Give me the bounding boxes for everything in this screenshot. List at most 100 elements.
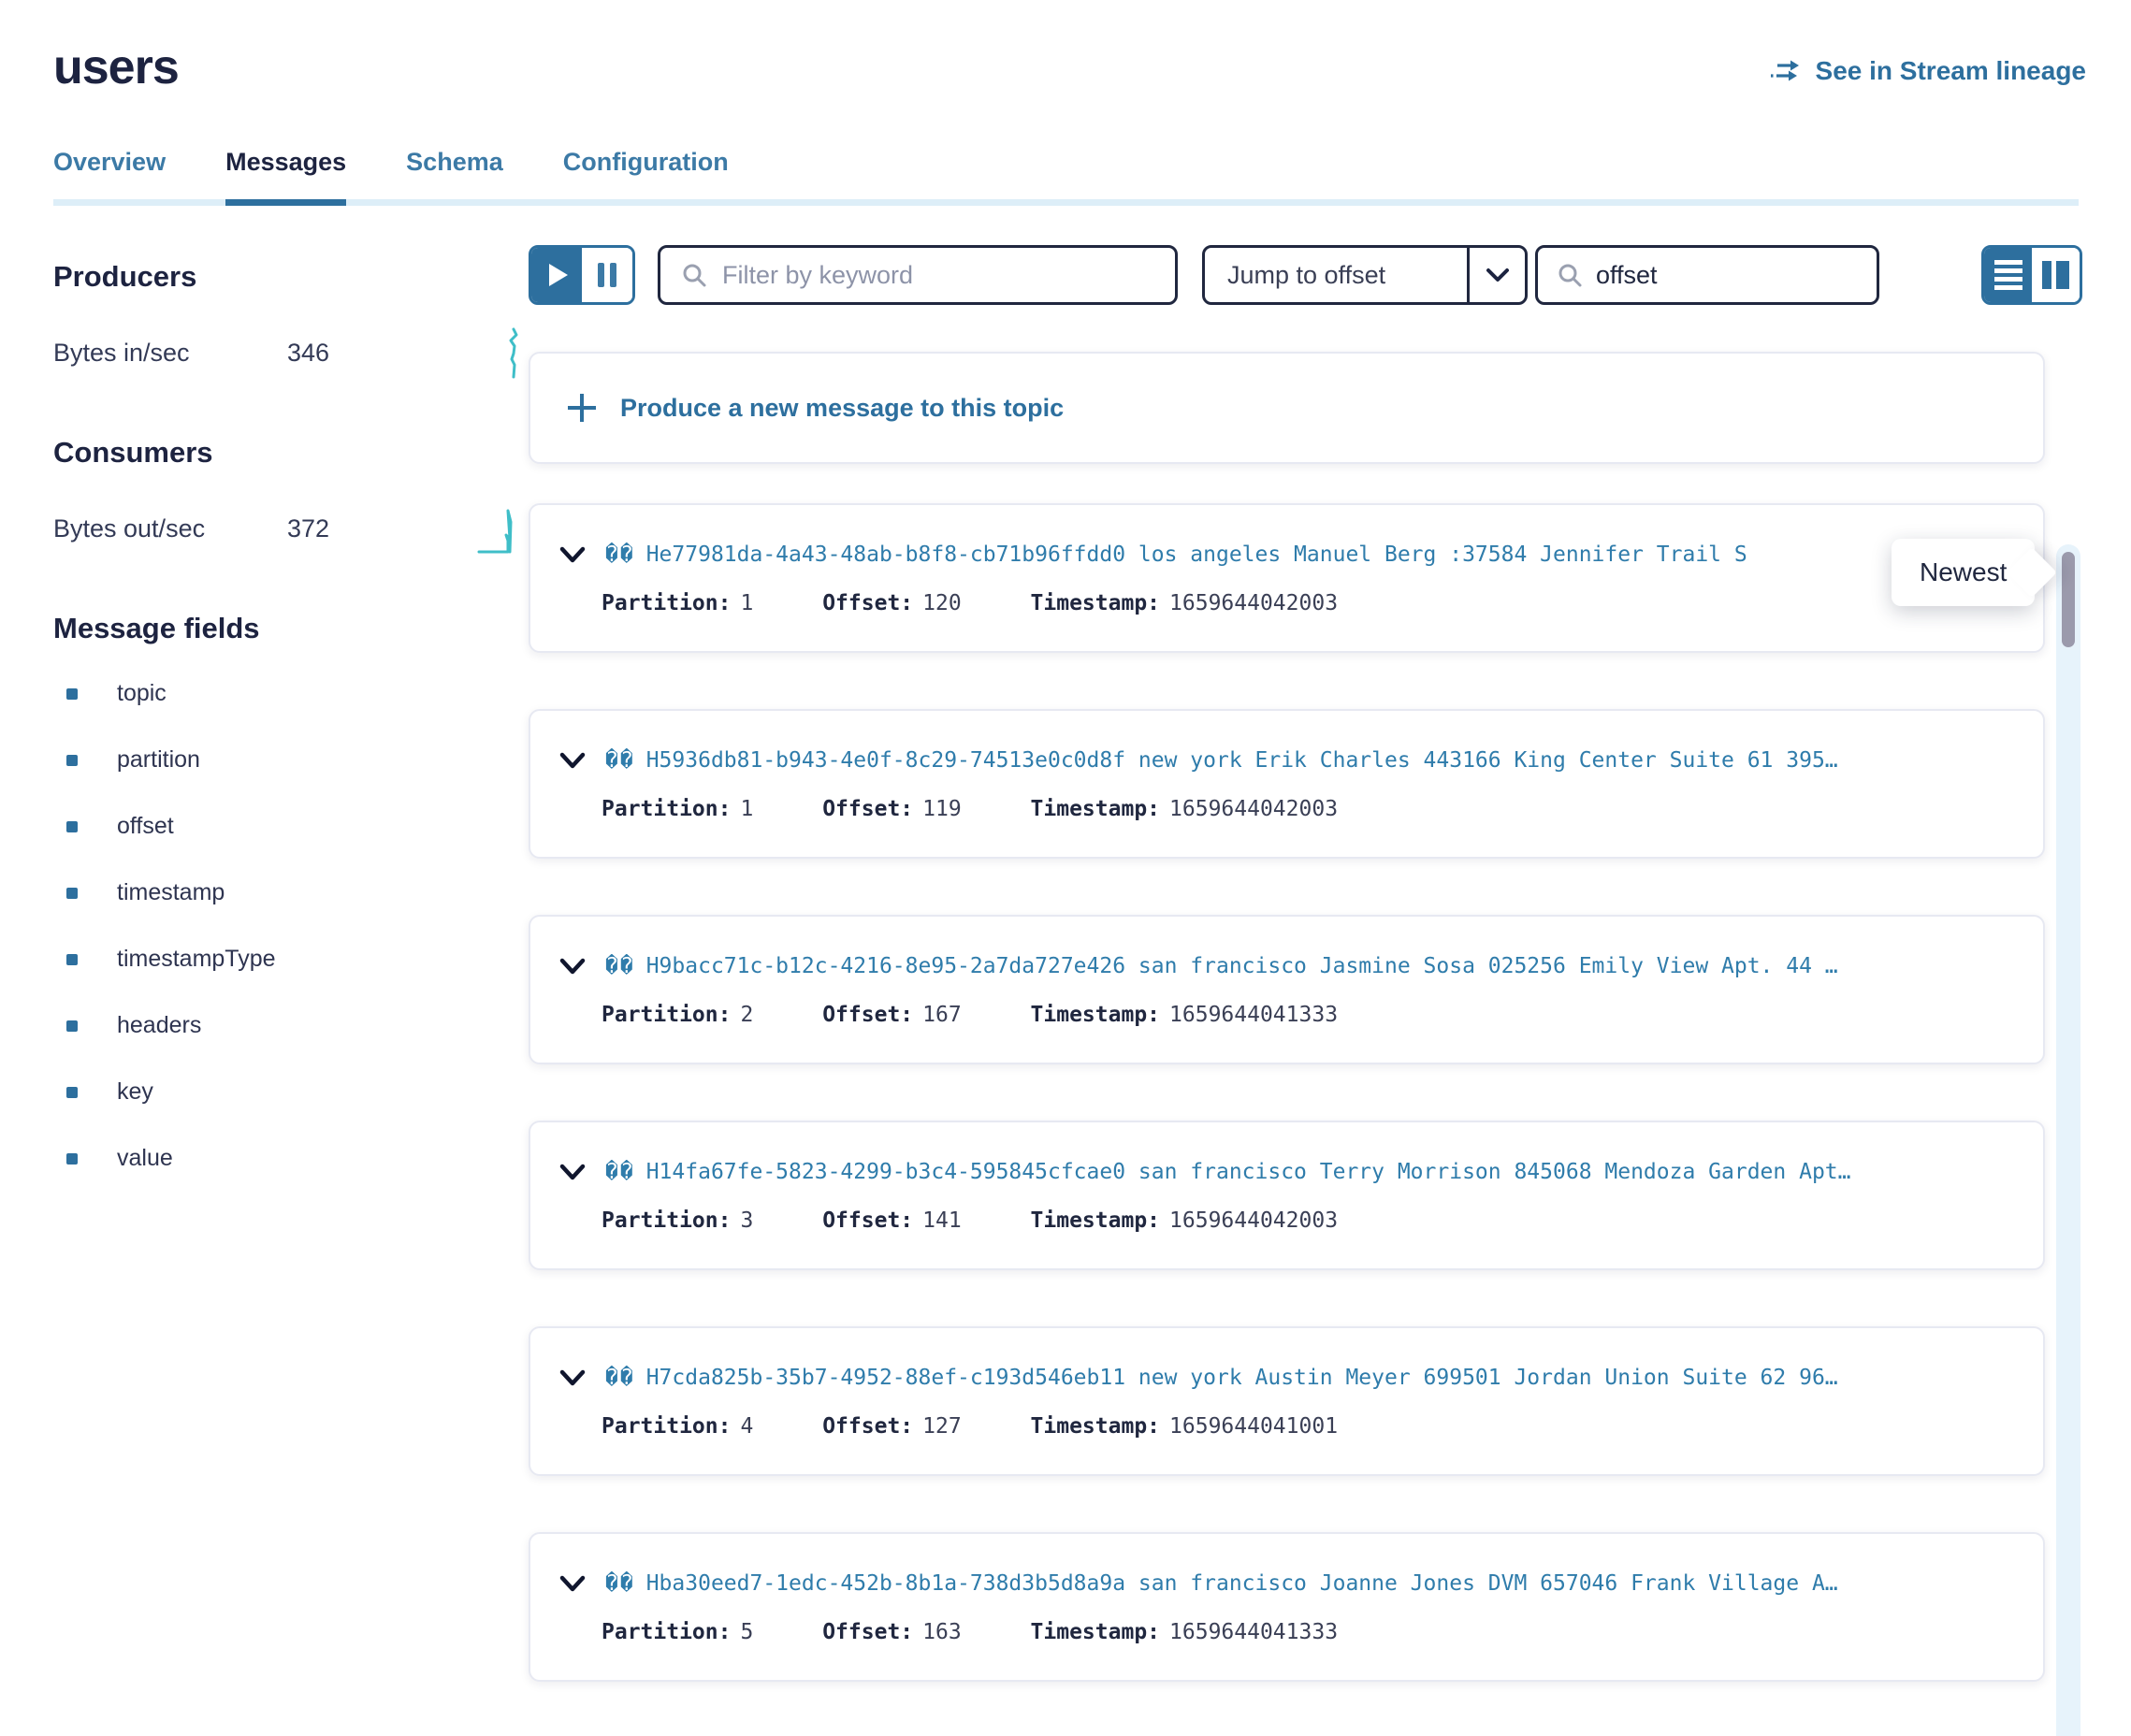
message-key-text: H7cda825b-35b7-4952-88ef-c193d546eb11 ne… bbox=[646, 1366, 1838, 1390]
replacement-char-glyphs: �� bbox=[605, 1571, 635, 1596]
partition-value: 2 bbox=[740, 1003, 753, 1027]
offset-value: 141 bbox=[922, 1208, 962, 1233]
expand-chevron-icon[interactable] bbox=[558, 1368, 587, 1387]
field-label: partition bbox=[117, 746, 200, 774]
offset-label: Offset: bbox=[822, 591, 913, 615]
list-view-icon bbox=[1994, 260, 2022, 290]
bytes-in-metric: Bytes in/sec 346 bbox=[53, 324, 529, 382]
field-item-offset[interactable]: offset bbox=[53, 793, 529, 860]
view-toggle-group bbox=[1981, 245, 2082, 305]
timestamp-label: Timestamp: bbox=[1031, 1620, 1160, 1644]
field-item-key[interactable]: key bbox=[53, 1059, 529, 1125]
message-card[interactable]: ��H5936db81-b943-4e0f-8c29-74513e0c0d8f … bbox=[529, 709, 2045, 859]
field-item-partition[interactable]: partition bbox=[53, 727, 529, 793]
field-item-timestampType[interactable]: timestampType bbox=[53, 926, 529, 992]
tab-schema[interactable]: Schema bbox=[406, 148, 503, 206]
bytes-in-value: 346 bbox=[287, 339, 329, 368]
timestamp-value: 1659644041001 bbox=[1169, 1414, 1338, 1439]
offset-search bbox=[1535, 245, 1879, 305]
timestamp-value: 1659644042003 bbox=[1169, 797, 1338, 821]
timestamp-value: 1659644041333 bbox=[1169, 1620, 1338, 1644]
field-item-headers[interactable]: headers bbox=[53, 992, 529, 1059]
tab-configuration[interactable]: Configuration bbox=[563, 148, 729, 206]
message-key: ��H5936db81-b943-4e0f-8c29-74513e0c0d8f … bbox=[605, 748, 1838, 773]
partition-label: Partition: bbox=[602, 797, 731, 821]
timestamp-label: Timestamp: bbox=[1031, 797, 1160, 821]
bullet-icon bbox=[66, 1087, 78, 1098]
keyword-filter bbox=[658, 245, 1178, 305]
replacement-char-glyphs: �� bbox=[605, 748, 635, 773]
play-icon bbox=[549, 264, 568, 286]
expand-chevron-icon[interactable] bbox=[558, 1574, 587, 1593]
offset-label: Offset: bbox=[822, 797, 913, 821]
message-key-text: He77981da-4a43-48ab-b8f8-cb71b96ffdd0 lo… bbox=[646, 542, 1747, 567]
field-item-timestamp[interactable]: timestamp bbox=[53, 860, 529, 926]
replacement-char-glyphs: �� bbox=[605, 954, 635, 978]
message-key-text: H9bacc71c-b12c-4216-8e95-2a7da727e426 sa… bbox=[646, 954, 1838, 978]
messages-panel: Jump to offset bbox=[529, 206, 2082, 1736]
plus-icon bbox=[568, 394, 596, 422]
page-header: users See in Stream lineage bbox=[0, 0, 2131, 95]
offset-label: Offset: bbox=[822, 1003, 913, 1027]
expand-chevron-icon[interactable] bbox=[558, 545, 587, 564]
producers-heading: Producers bbox=[53, 260, 529, 294]
column-view-button[interactable] bbox=[2032, 248, 2080, 302]
message-card[interactable]: ��Hba30eed7-1edc-452b-8b1a-738d3b5d8a9a … bbox=[529, 1532, 2045, 1682]
expand-chevron-icon[interactable] bbox=[558, 957, 587, 976]
message-card[interactable]: �� H7cda825b-35b7-4952-88ef-c193d546eb11 … bbox=[529, 1326, 2045, 1476]
replacement-char-glyphs: �� bbox=[605, 1160, 635, 1184]
bytes-out-sparkline bbox=[476, 499, 523, 557]
message-key-text: H14fa67fe-5823-4299-b3c4-595845cfcae0 sa… bbox=[646, 1160, 1851, 1184]
message-key: �� H7cda825b-35b7-4952-88ef-c193d546eb11 … bbox=[605, 1366, 1838, 1390]
bullet-icon bbox=[66, 954, 78, 965]
message-meta: Partition:2 Offset:167 Timestamp:1659644… bbox=[558, 1003, 2015, 1027]
message-meta: Partition:4 Offset:127 Timestamp:1659644… bbox=[558, 1414, 2015, 1439]
produce-message-button[interactable]: Produce a new message to this topic bbox=[529, 352, 2045, 464]
message-fields-heading: Message fields bbox=[53, 612, 529, 645]
tab-bar: Overview Messages Schema Configuration bbox=[53, 148, 2079, 206]
offset-search-input[interactable] bbox=[1596, 261, 1858, 290]
offset-value: 120 bbox=[922, 591, 962, 615]
list-view-button[interactable] bbox=[1984, 248, 2032, 302]
partition-value: 4 bbox=[740, 1414, 753, 1439]
partition-label: Partition: bbox=[602, 1620, 731, 1644]
message-card[interactable]: �� H9bacc71c-b12c-4216-8e95-2a7da727e426 … bbox=[529, 915, 2045, 1064]
partition-value: 3 bbox=[740, 1208, 753, 1233]
field-item-value[interactable]: value bbox=[53, 1125, 529, 1192]
field-item-topic[interactable]: topic bbox=[53, 660, 529, 727]
field-label: topic bbox=[117, 680, 167, 707]
replacement-char-glyphs: �� bbox=[605, 1366, 635, 1390]
play-button[interactable] bbox=[531, 248, 582, 302]
expand-chevron-icon[interactable] bbox=[558, 751, 587, 770]
tab-overview[interactable]: Overview bbox=[53, 148, 166, 206]
field-label: value bbox=[117, 1145, 173, 1172]
jump-to-offset-value: Jump to offset bbox=[1205, 248, 1467, 302]
bullet-icon bbox=[66, 888, 78, 899]
message-card[interactable]: ��He77981da-4a43-48ab-b8f8-cb71b96ffdd0 … bbox=[529, 503, 2045, 653]
tab-messages[interactable]: Messages bbox=[225, 148, 346, 206]
message-meta: Partition:1 Offset:119 Timestamp:1659644… bbox=[558, 797, 2015, 821]
partition-label: Partition: bbox=[602, 1208, 731, 1233]
field-label: headers bbox=[117, 1012, 201, 1039]
stream-lineage-link[interactable]: See in Stream lineage bbox=[1769, 56, 2086, 86]
partition-value: 5 bbox=[740, 1620, 753, 1644]
expand-chevron-icon[interactable] bbox=[558, 1163, 587, 1181]
message-fields-list: topic partition offset timestamp timesta… bbox=[53, 660, 529, 1192]
message-meta: Partition:3 Offset:141 Timestamp:1659644… bbox=[558, 1208, 2015, 1233]
jump-to-offset-select[interactable]: Jump to offset bbox=[1202, 245, 1528, 305]
pause-button[interactable] bbox=[582, 248, 632, 302]
newest-tooltip: Newest bbox=[1892, 539, 2035, 606]
offset-value: 167 bbox=[922, 1003, 962, 1027]
keyword-filter-input[interactable] bbox=[722, 261, 1154, 290]
message-key: �� H14fa67fe-5823-4299-b3c4-595845cfcae0 … bbox=[605, 1160, 1851, 1184]
search-icon bbox=[1557, 262, 1583, 288]
timestamp-label: Timestamp: bbox=[1031, 591, 1160, 615]
produce-message-label: Produce a new message to this topic bbox=[620, 394, 1064, 423]
message-list-scrollbar[interactable] bbox=[2056, 544, 2080, 1736]
bullet-icon bbox=[66, 821, 78, 832]
scrollbar-thumb[interactable] bbox=[2062, 552, 2075, 647]
message-meta: Partition:1 Offset:120 Timestamp:1659644… bbox=[558, 591, 2015, 615]
message-card[interactable]: �� H14fa67fe-5823-4299-b3c4-595845cfcae0 … bbox=[529, 1121, 2045, 1270]
chevron-down-icon bbox=[1467, 248, 1525, 302]
bytes-in-sparkline bbox=[476, 324, 523, 382]
